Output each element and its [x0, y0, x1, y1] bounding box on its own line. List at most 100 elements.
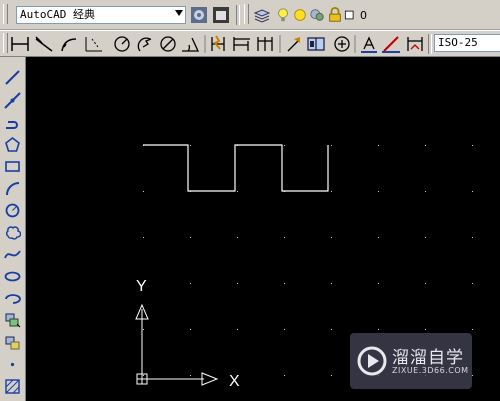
grid-dot [425, 283, 426, 284]
grid-dot [378, 237, 379, 238]
grid-dot [190, 237, 191, 238]
grid-dot [331, 283, 332, 284]
ucs-x-label: X [229, 373, 240, 390]
grid-dot [237, 329, 238, 330]
dimension-text-edit-icon [382, 36, 400, 53]
polygon-icon[interactable] [3, 135, 22, 154]
toolbar-separator [236, 5, 240, 25]
watermark-title: 溜溜自学 [392, 348, 464, 368]
chevron-down-icon[interactable] [175, 10, 183, 16]
grid-dot [425, 145, 426, 146]
arc-length-icon [61, 38, 77, 52]
continue-dimension-icon [257, 37, 273, 51]
freeze-viewport-icon[interactable] [309, 5, 325, 25]
ellipse-icon[interactable] [3, 267, 22, 286]
jogged-dimension-icon [137, 37, 152, 52]
watermark-badge: 溜溜自学 ZIXUE.3D66.COM [350, 333, 472, 389]
circle-icon[interactable] [3, 201, 22, 220]
grid-dot [237, 237, 238, 238]
toolbar-grip[interactable] [244, 4, 249, 24]
dimension-update-icon [407, 37, 423, 51]
aligned-dimension-icon [35, 36, 53, 52]
grid-dot [378, 329, 379, 330]
grid-dot [378, 145, 379, 146]
workspace-select-value: AutoCAD 经典 [20, 8, 95, 21]
polyline-icon[interactable] [3, 113, 22, 132]
grid-dot [425, 237, 426, 238]
sun-icon[interactable] [292, 5, 308, 25]
make-block-icon[interactable] [3, 333, 22, 352]
construction-line-icon[interactable] [3, 91, 22, 110]
toolbar-grip[interactable] [3, 4, 8, 24]
arc-icon[interactable] [3, 179, 22, 198]
dimension-icons [11, 35, 423, 53]
grid-dot [331, 237, 332, 238]
radius-dimension-icon [114, 36, 130, 52]
grid-dot [378, 191, 379, 192]
grid-dot [143, 375, 144, 376]
grid-dot [237, 191, 238, 192]
spline-icon[interactable] [3, 245, 22, 264]
grid-dot [143, 191, 144, 192]
workspaces-toolbar: AutoCAD 经典 0 [0, 0, 500, 31]
revision-cloud-icon[interactable] [3, 223, 22, 242]
lightbulb-icon[interactable] [275, 5, 291, 25]
grid-dot [331, 191, 332, 192]
grid-dot [143, 237, 144, 238]
grid-dot [331, 329, 332, 330]
grid-dot [331, 145, 332, 146]
grid-dot [284, 329, 285, 330]
insert-block-icon[interactable] [3, 311, 22, 330]
draw-toolbar [0, 57, 26, 401]
ordinate-dimension-icon [85, 37, 102, 52]
play-logo-icon [357, 346, 387, 376]
grid-dot [331, 375, 332, 376]
workspace-settings-icon[interactable] [189, 5, 209, 25]
grid-dot [190, 329, 191, 330]
line-icon[interactable] [3, 68, 22, 87]
quick-leader-icon [287, 37, 300, 52]
grid-dot [378, 283, 379, 284]
diameter-dimension-icon [160, 36, 176, 52]
quick-dimension-icon [211, 35, 225, 51]
grid-dot [425, 329, 426, 330]
grid-dot [472, 191, 473, 192]
dimension-toolbar: ISO-25 [0, 31, 500, 57]
hatch-icon[interactable] [3, 377, 22, 396]
grid-dot [284, 283, 285, 284]
grid-dot [472, 283, 473, 284]
layer-manager-icon[interactable] [252, 5, 272, 25]
center-mark-icon [334, 36, 350, 52]
my-workspace-icon[interactable] [211, 5, 231, 25]
layer-name[interactable]: 0 [360, 9, 367, 22]
dimension-edit-icon [361, 36, 377, 53]
color-square-icon[interactable] [343, 5, 357, 25]
lock-icon[interactable] [327, 5, 343, 25]
grid-dot [284, 375, 285, 376]
grid-dot [237, 283, 238, 284]
grid-dot [472, 237, 473, 238]
dimstyle-select-value: ISO-25 [438, 36, 478, 49]
grid-dot [284, 237, 285, 238]
baseline-dimension-icon [233, 37, 250, 51]
linear-dimension-icon [11, 37, 29, 51]
rectangle-icon[interactable] [3, 157, 22, 176]
workspace-select[interactable]: AutoCAD 经典 [16, 6, 186, 24]
dimstyle-select[interactable]: ISO-25 [434, 34, 500, 52]
ucs-y-label: Y [136, 278, 147, 295]
grid-dot [190, 145, 191, 146]
grid-dot [472, 145, 473, 146]
ellipse-arc-icon[interactable] [3, 289, 22, 308]
grid-dot [472, 329, 473, 330]
ucs-icon [135, 303, 219, 386]
point-icon[interactable] [3, 355, 22, 374]
grid-dot [284, 145, 285, 146]
toolbar-separator [428, 34, 432, 54]
watermark-subtitle: ZIXUE.3D66.COM [392, 366, 469, 375]
square-wave-polyline [143, 144, 329, 192]
grid-dot [190, 283, 191, 284]
grid-dot [425, 191, 426, 192]
grid-dot [472, 375, 473, 376]
grid-dot [190, 375, 191, 376]
grid-dot [143, 329, 144, 330]
